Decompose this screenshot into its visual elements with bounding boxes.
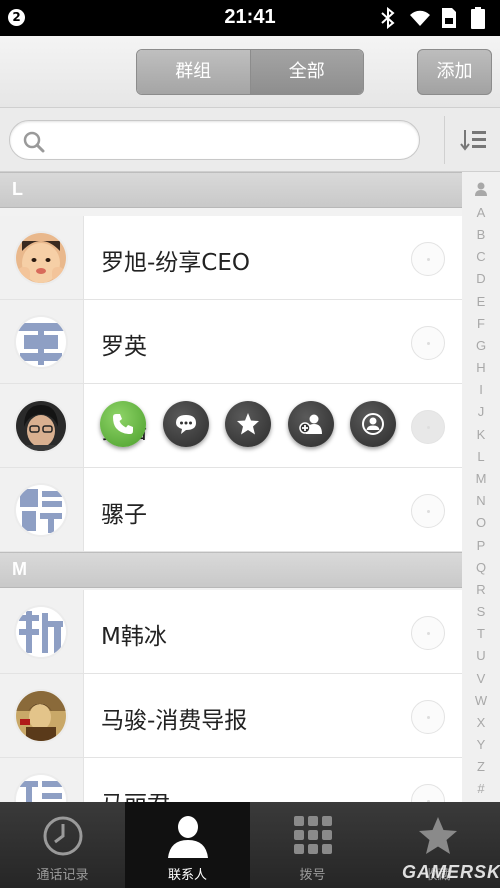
index-letter[interactable]: M <box>462 471 500 486</box>
sort-button[interactable] <box>444 116 500 164</box>
select-radio[interactable] <box>411 494 445 528</box>
avatar[interactable] <box>14 689 68 743</box>
message-icon <box>176 415 196 434</box>
avatar[interactable] <box>14 483 68 537</box>
index-letter[interactable]: V <box>462 671 500 686</box>
header-bar: 群组 全部 添加 <box>0 36 500 108</box>
index-letter[interactable]: # <box>462 781 500 796</box>
search-bar <box>0 108 500 172</box>
index-letter[interactable]: T <box>462 626 500 641</box>
index-letter[interactable]: Y <box>462 737 500 752</box>
select-radio[interactable] <box>411 242 445 276</box>
index-letter[interactable]: F <box>462 316 500 331</box>
select-radio[interactable] <box>411 326 445 360</box>
child-photo-avatar <box>16 233 66 283</box>
tab-all[interactable]: 全部 <box>250 50 363 94</box>
default-avatar-icon <box>16 485 66 535</box>
avatar[interactable] <box>14 605 68 659</box>
select-radio[interactable] <box>411 700 445 734</box>
watermark: GAMERSKY <box>402 862 500 882</box>
person-icon[interactable] <box>474 182 488 196</box>
contact-row[interactable]: M韩冰 <box>0 590 462 674</box>
index-letter[interactable]: A <box>462 205 500 220</box>
section-letter: L <box>12 179 23 199</box>
index-letter[interactable]: W <box>462 693 500 708</box>
index-letter[interactable]: K <box>462 427 500 442</box>
battery-icon <box>471 7 485 29</box>
section-header-l: L <box>0 172 462 208</box>
avatar[interactable] <box>14 399 68 453</box>
add-contact-button[interactable]: 添加 <box>417 49 492 95</box>
avatar[interactable] <box>14 231 68 285</box>
contact-row[interactable]: 罗旭-纷享CEO <box>0 216 462 300</box>
section-header-m: M <box>0 552 462 588</box>
index-letter[interactable]: Z <box>462 759 500 774</box>
index-letter[interactable]: O <box>462 515 500 530</box>
alphabet-index[interactable]: A B C D E F G H I J K L M N O P Q R S T … <box>462 172 500 802</box>
man-photo-avatar <box>16 401 66 451</box>
default-avatar-icon <box>16 317 66 367</box>
clock-icon <box>43 816 83 856</box>
index-letter[interactable]: E <box>462 294 500 309</box>
star-icon <box>237 413 259 435</box>
wifi-icon <box>410 10 430 26</box>
index-letter[interactable]: R <box>462 582 500 597</box>
message-button[interactable] <box>163 401 209 447</box>
contact-row[interactable]: 骡子 <box>0 468 462 552</box>
tab-label: 联系人 <box>167 868 207 883</box>
sim-card-icon <box>442 8 456 28</box>
index-letter[interactable]: D <box>462 271 500 286</box>
tab-groups[interactable]: 群组 <box>137 50 251 94</box>
contact-row[interactable]: 马骏-消费导报 <box>0 674 462 758</box>
index-letter[interactable]: X <box>462 715 500 730</box>
select-radio[interactable] <box>411 410 445 444</box>
tab-call-log[interactable]: 通话记录 <box>0 802 125 888</box>
person-icon <box>168 816 208 858</box>
status-bar: 2 21:41 <box>0 0 500 36</box>
drawing-photo-avatar <box>16 691 66 741</box>
index-letter[interactable]: Q <box>462 560 500 575</box>
call-button[interactable] <box>100 401 146 447</box>
index-letter[interactable]: I <box>462 382 500 397</box>
index-letter[interactable]: C <box>462 249 500 264</box>
tab-label: 拨号 <box>299 868 326 883</box>
tab-label: 通话记录 <box>36 868 89 883</box>
index-letter[interactable]: H <box>462 360 500 375</box>
contact-name: 马骏-消费导报 <box>101 708 248 734</box>
index-letter[interactable]: N <box>462 493 500 508</box>
index-letter[interactable]: J <box>462 404 500 419</box>
default-avatar-icon <box>16 607 66 657</box>
index-letter[interactable]: L <box>462 449 500 464</box>
tab-dialpad[interactable]: 拨号 <box>250 802 375 888</box>
index-letter[interactable]: P <box>462 538 500 553</box>
bluetooth-icon <box>381 7 395 29</box>
avatar[interactable] <box>14 315 68 369</box>
index-letter[interactable]: U <box>462 648 500 663</box>
section-letter: M <box>12 559 27 579</box>
search-icon <box>23 131 45 153</box>
add-to-group-button[interactable] <box>288 401 334 447</box>
index-letter[interactable]: G <box>462 338 500 353</box>
contact-name: 罗旭-纷享CEO <box>101 250 250 276</box>
star-icon <box>419 817 457 854</box>
phone-icon <box>113 414 133 434</box>
contact-details-button[interactable] <box>350 401 396 447</box>
search-input[interactable] <box>54 127 404 155</box>
favorite-button[interactable] <box>225 401 271 447</box>
index-letter[interactable]: B <box>462 227 500 242</box>
contact-name: M韩冰 <box>101 624 167 650</box>
dialpad-icon <box>294 816 332 854</box>
select-radio[interactable] <box>411 616 445 650</box>
sort-list-icon <box>460 130 486 151</box>
contact-row[interactable]: 罗英 <box>0 300 462 384</box>
contact-name: 罗英 <box>101 334 147 360</box>
index-letter[interactable]: S <box>462 604 500 619</box>
group-filter-segmented-control: 群组 全部 <box>136 49 364 95</box>
add-contact-icon <box>299 414 322 434</box>
search-box[interactable] <box>9 120 420 160</box>
contact-name: 骡子 <box>101 502 147 528</box>
tab-contacts[interactable]: 联系人 <box>125 802 250 888</box>
contact-card-icon <box>362 413 384 435</box>
